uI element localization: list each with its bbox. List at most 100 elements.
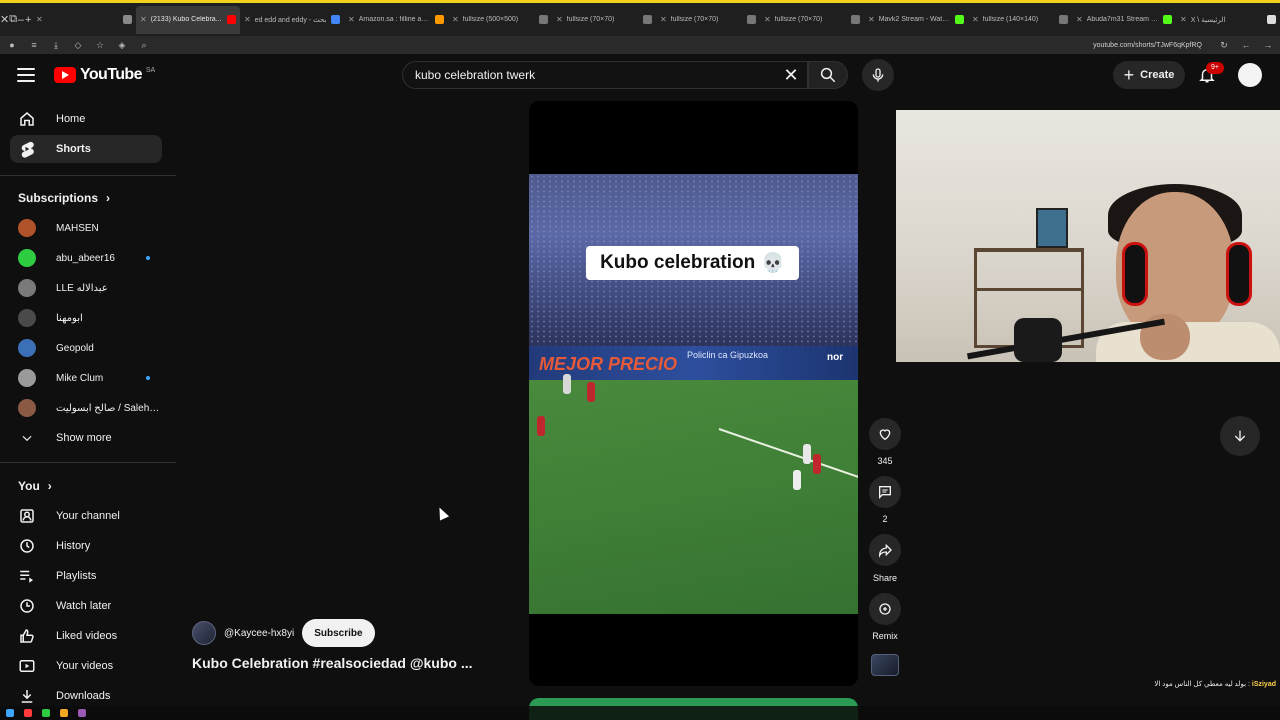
show-more-button[interactable]: Show more	[10, 424, 162, 452]
close-window-icon[interactable]: ✕	[0, 6, 9, 34]
subscriptions-heading[interactable]: Subscriptions ›	[18, 191, 110, 205]
youtube-logo[interactable]: YouTube SA	[54, 66, 155, 84]
extension-icon[interactable]: ◇	[72, 40, 84, 51]
footballer	[803, 444, 811, 464]
sidebar-item-your-videos[interactable]: Your videos	[10, 652, 162, 680]
browser-tab[interactable]: ✕ ed edd and eddy - بحث	[240, 6, 344, 34]
subscribe-button[interactable]: Subscribe	[302, 619, 375, 647]
browser-tab[interactable]: ✕ fullsize (70×70)	[760, 6, 864, 34]
back-icon[interactable]: ←	[1240, 40, 1252, 50]
tab-actions-icon[interactable]: ⧉	[9, 6, 17, 34]
new-content-dot	[146, 376, 150, 380]
tab-favicon-icon	[850, 15, 860, 24]
close-tab-icon[interactable]: ✕	[140, 15, 147, 24]
taskbar-app-icon[interactable]	[60, 709, 68, 717]
browser-tab-label: fullsize (70×70)	[670, 16, 719, 23]
browser-tab[interactable]: ✕	[32, 6, 136, 34]
webcam-frame	[1036, 208, 1068, 248]
close-tab-icon[interactable]: ✕	[660, 15, 667, 24]
browser-tab[interactable]: ✕ fullsize (70×70)	[656, 6, 760, 34]
close-tab-icon[interactable]: ✕	[556, 15, 563, 24]
remix-button[interactable]	[869, 593, 901, 625]
zoom-icon[interactable]: ⌕	[138, 40, 150, 51]
share-button[interactable]	[869, 534, 901, 566]
subscription-item[interactable]: MAHSEN	[10, 214, 162, 242]
voice-search-button[interactable]	[862, 59, 894, 91]
browser-tab-label: Mavk2 Stream - Watch Li	[878, 16, 951, 23]
sidebar-item-shorts[interactable]: Shorts	[10, 135, 162, 163]
browser-tab[interactable]: ✕ Abuda7m31 Stream - Wa	[1072, 6, 1176, 34]
video-frame[interactable]: MEJOR PRECIO Policlin ca Gipuzkoa nor Ku…	[529, 174, 858, 614]
search-button[interactable]	[808, 61, 848, 89]
close-tab-icon[interactable]: ✕	[1180, 15, 1187, 24]
tab-favicon-icon	[538, 15, 548, 24]
close-tab-icon[interactable]: ✕	[452, 15, 459, 24]
subscription-item[interactable]: Mike Clum	[10, 364, 162, 392]
subscription-item[interactable]: abu_abeer16	[10, 244, 162, 272]
subscription-item[interactable]: Geopold	[10, 334, 162, 362]
create-label: Create	[1140, 69, 1175, 81]
browser-tab[interactable]: ✕ fullsize (500×500)	[448, 6, 552, 34]
browser-tab[interactable]: ✕ Amazon.sa : filline am8	[344, 6, 448, 34]
subscription-item[interactable]: ابومهنا	[10, 304, 162, 332]
browser-tab[interactable]: ✕ Mavk2 Stream - Watch Li	[864, 6, 968, 34]
reload-icon[interactable]: ↻	[1218, 40, 1230, 51]
download-icon[interactable]: ⤓	[50, 40, 62, 51]
avatar[interactable]	[1238, 63, 1262, 87]
subscription-item[interactable]: LLE عبدالاله	[10, 274, 162, 302]
share-label: Share	[872, 573, 898, 583]
you-heading[interactable]: You ›	[18, 479, 52, 493]
tab-favicon-icon	[1266, 15, 1276, 24]
close-tab-icon[interactable]: ✕	[36, 15, 43, 24]
subscriptions-heading-label: Subscriptions	[18, 191, 99, 205]
channel-avatar	[18, 279, 36, 297]
taskbar	[0, 706, 1280, 720]
like-button[interactable]	[869, 418, 901, 450]
browser-tab[interactable]: ✕ fullsize (140×140)	[968, 6, 1072, 34]
search-icon	[820, 67, 836, 83]
close-tab-icon[interactable]: ✕	[1076, 15, 1083, 24]
minimize-icon[interactable]: –	[17, 6, 24, 34]
sidebar-item-history[interactable]: History	[10, 532, 162, 560]
sidebar-item-home[interactable]: Home	[10, 105, 162, 133]
ad-board-text: Policlin ca Gipuzkoa	[687, 350, 769, 360]
forward-icon[interactable]: →	[1262, 40, 1274, 50]
taskbar-app-icon[interactable]	[42, 709, 50, 717]
bookmark-star-icon[interactable]: ☆	[94, 40, 106, 51]
close-tab-icon[interactable]: ✕	[972, 15, 979, 24]
close-tab-icon[interactable]: ✕	[868, 15, 875, 24]
close-tab-icon[interactable]: ✕	[348, 15, 355, 24]
channel-name[interactable]: @Kaycee-hx8yi	[224, 628, 294, 639]
reader-icon[interactable]: ≡	[28, 40, 40, 50]
taskbar-app-icon[interactable]	[78, 709, 86, 717]
url-field[interactable]: youtube.com/shorts/TJwF6qKpfRQ	[1093, 42, 1202, 49]
comments-button[interactable]	[869, 476, 901, 508]
sidebar-item-your-channel[interactable]: Your channel	[10, 502, 162, 530]
subscription-item[interactable]: صالح ابسوليت / SalehO...	[10, 394, 162, 422]
browser-tab[interactable]: ✕ fullsize (70×70)	[552, 6, 656, 34]
new-tab-icon[interactable]: +	[25, 6, 32, 34]
clear-search-icon[interactable]: ✕	[780, 64, 802, 86]
subscription-label: abu_abeer16	[56, 252, 115, 264]
browser-tab[interactable]: ✕ (2133) Kubo Celebra...	[135, 5, 240, 34]
translate-icon[interactable]: ◈	[116, 40, 128, 51]
search-input[interactable]: kubo celebration twerk	[402, 61, 808, 89]
sidebar-item-liked-videos[interactable]: Liked videos	[10, 622, 162, 650]
tab-favicon-icon	[434, 15, 444, 24]
sidebar-item-watch-later[interactable]: Watch later	[10, 592, 162, 620]
next-short-button[interactable]	[1220, 416, 1260, 456]
shorts-player[interactable]: MEJOR PRECIO Policlin ca Gipuzkoa nor Ku…	[529, 101, 858, 686]
short-title[interactable]: Kubo Celebration #realsociedad @kubo ...	[192, 655, 473, 671]
close-tab-icon[interactable]: ✕	[244, 15, 251, 24]
profile-icon[interactable]: ●	[6, 40, 18, 50]
hamburger-menu-icon[interactable]	[14, 64, 38, 86]
channel-avatar[interactable]	[192, 621, 216, 645]
taskbar-app-icon[interactable]	[24, 709, 32, 717]
create-button[interactable]: + Create	[1113, 61, 1185, 89]
browser-tab[interactable]: ✕ X \ الرئيسية	[1176, 6, 1280, 34]
taskbar-app-icon[interactable]	[6, 709, 14, 717]
subscription-label: صالح ابسوليت / SalehO...	[56, 402, 162, 414]
close-tab-icon[interactable]: ✕	[764, 15, 771, 24]
sound-thumbnail[interactable]	[871, 654, 899, 676]
sidebar-item-playlists[interactable]: Playlists	[10, 562, 162, 590]
